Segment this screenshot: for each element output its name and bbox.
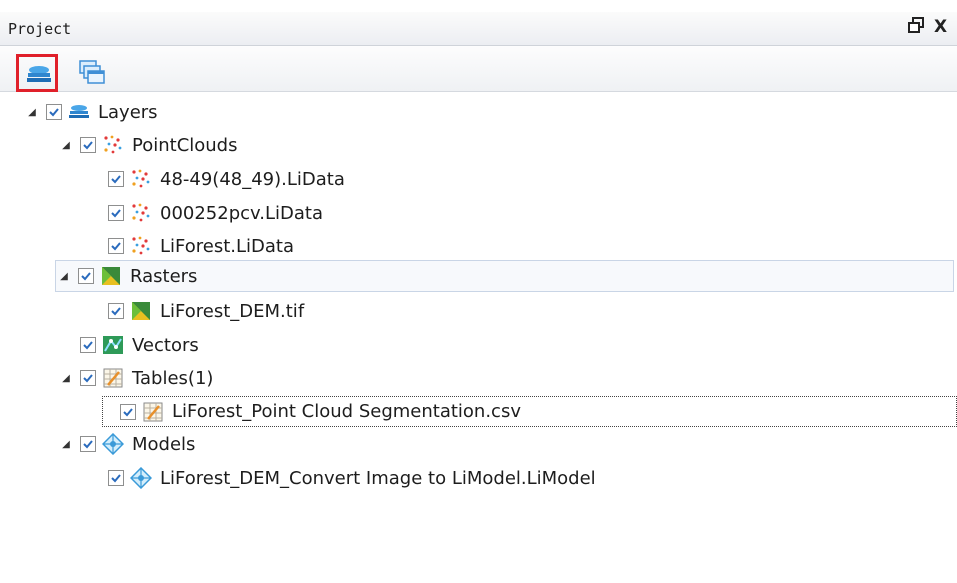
tree-node-raster-file[interactable]: LiForest_DEM.tif [102, 296, 304, 326]
model-icon [102, 433, 124, 455]
collapse-triangle-icon[interactable]: ◢ [56, 266, 72, 286]
vectors-checkbox[interactable] [80, 337, 96, 353]
project-panel: Project X ◢ Layers ◢ PointClouds 48-49(4… [0, 0, 957, 583]
table-icon [142, 401, 164, 423]
windows-tab-button[interactable] [72, 54, 114, 92]
collapse-triangle-icon[interactable]: ◢ [58, 135, 74, 155]
close-icon[interactable]: X [934, 17, 947, 37]
tree-label: 000252pcv.LiData [160, 202, 324, 224]
vector-icon [102, 334, 124, 356]
collapse-triangle-icon[interactable]: ◢ [24, 102, 40, 122]
pin-icon[interactable] [908, 17, 924, 38]
layers-stack-icon [68, 101, 90, 123]
windows-stack-icon [79, 60, 105, 84]
tree-label: PointClouds [132, 134, 238, 156]
raster-icon [130, 300, 152, 322]
point-cloud-icon [130, 235, 152, 257]
table-icon [102, 367, 124, 389]
tree-label: Rasters [130, 265, 198, 287]
tree-label: LiForest_DEM.tif [160, 300, 305, 322]
tree-label: LiForest_DEM_Convert Image to LiModel.Li… [160, 467, 596, 489]
raster-icon [100, 265, 122, 287]
tree-label: Tables(1) [132, 367, 214, 389]
pointcloud-file-checkbox[interactable] [108, 171, 124, 187]
collapse-triangle-icon[interactable]: ◢ [58, 368, 74, 388]
tree-label: 48-49(48_49).LiData [160, 168, 345, 190]
tree-node-pointcloud-file[interactable]: 000252pcv.LiData [102, 198, 323, 228]
pointcloud-file-checkbox[interactable] [108, 238, 124, 254]
panel-toolbar [0, 46, 957, 92]
point-cloud-icon [130, 202, 152, 224]
models-checkbox[interactable] [80, 436, 96, 452]
rasters-checkbox[interactable] [78, 268, 94, 284]
tree-label: LiForest.LiData [160, 235, 294, 257]
tree-node-tables[interactable]: ◢ Tables(1) [58, 363, 213, 393]
model-icon [130, 467, 152, 489]
tree-node-pointclouds[interactable]: ◢ PointClouds [58, 130, 238, 160]
layers-checkbox[interactable] [46, 104, 62, 120]
tree-label: Vectors [132, 334, 199, 356]
model-file-checkbox[interactable] [108, 470, 124, 486]
pointcloud-file-checkbox[interactable] [108, 205, 124, 221]
layers-tab-button[interactable] [16, 54, 58, 92]
point-cloud-icon [130, 168, 152, 190]
table-file-checkbox[interactable] [120, 403, 136, 420]
tree-label: Layers [98, 101, 158, 123]
tree-node-rasters[interactable]: ◢ Rasters [55, 260, 954, 292]
tree-node-table-file[interactable]: LiForest_Point Cloud Segmentation.csv [102, 396, 957, 427]
tree-node-models[interactable]: ◢ Models [58, 429, 195, 459]
tree-node-pointcloud-file[interactable]: 48-49(48_49).LiData [102, 164, 345, 194]
tree-node-model-file[interactable]: LiForest_DEM_Convert Image to LiModel.Li… [102, 463, 596, 493]
raster-file-checkbox[interactable] [108, 303, 124, 319]
tree-node-pointcloud-file[interactable]: LiForest.LiData [102, 231, 294, 261]
collapse-triangle-icon[interactable]: ◢ [58, 434, 74, 454]
tree-node-layers[interactable]: ◢ Layers [24, 97, 158, 127]
panel-title: Project [8, 20, 72, 38]
tree-node-vectors[interactable]: Vectors [74, 330, 199, 360]
tree-label: LiForest_Point Cloud Segmentation.csv [172, 401, 521, 422]
tree-label: Models [132, 433, 196, 455]
point-cloud-icon [102, 134, 124, 156]
panel-titlebar: Project X [0, 12, 957, 46]
layers-stack-icon [27, 66, 51, 82]
tables-checkbox[interactable] [80, 370, 96, 386]
pointclouds-checkbox[interactable] [80, 137, 96, 153]
